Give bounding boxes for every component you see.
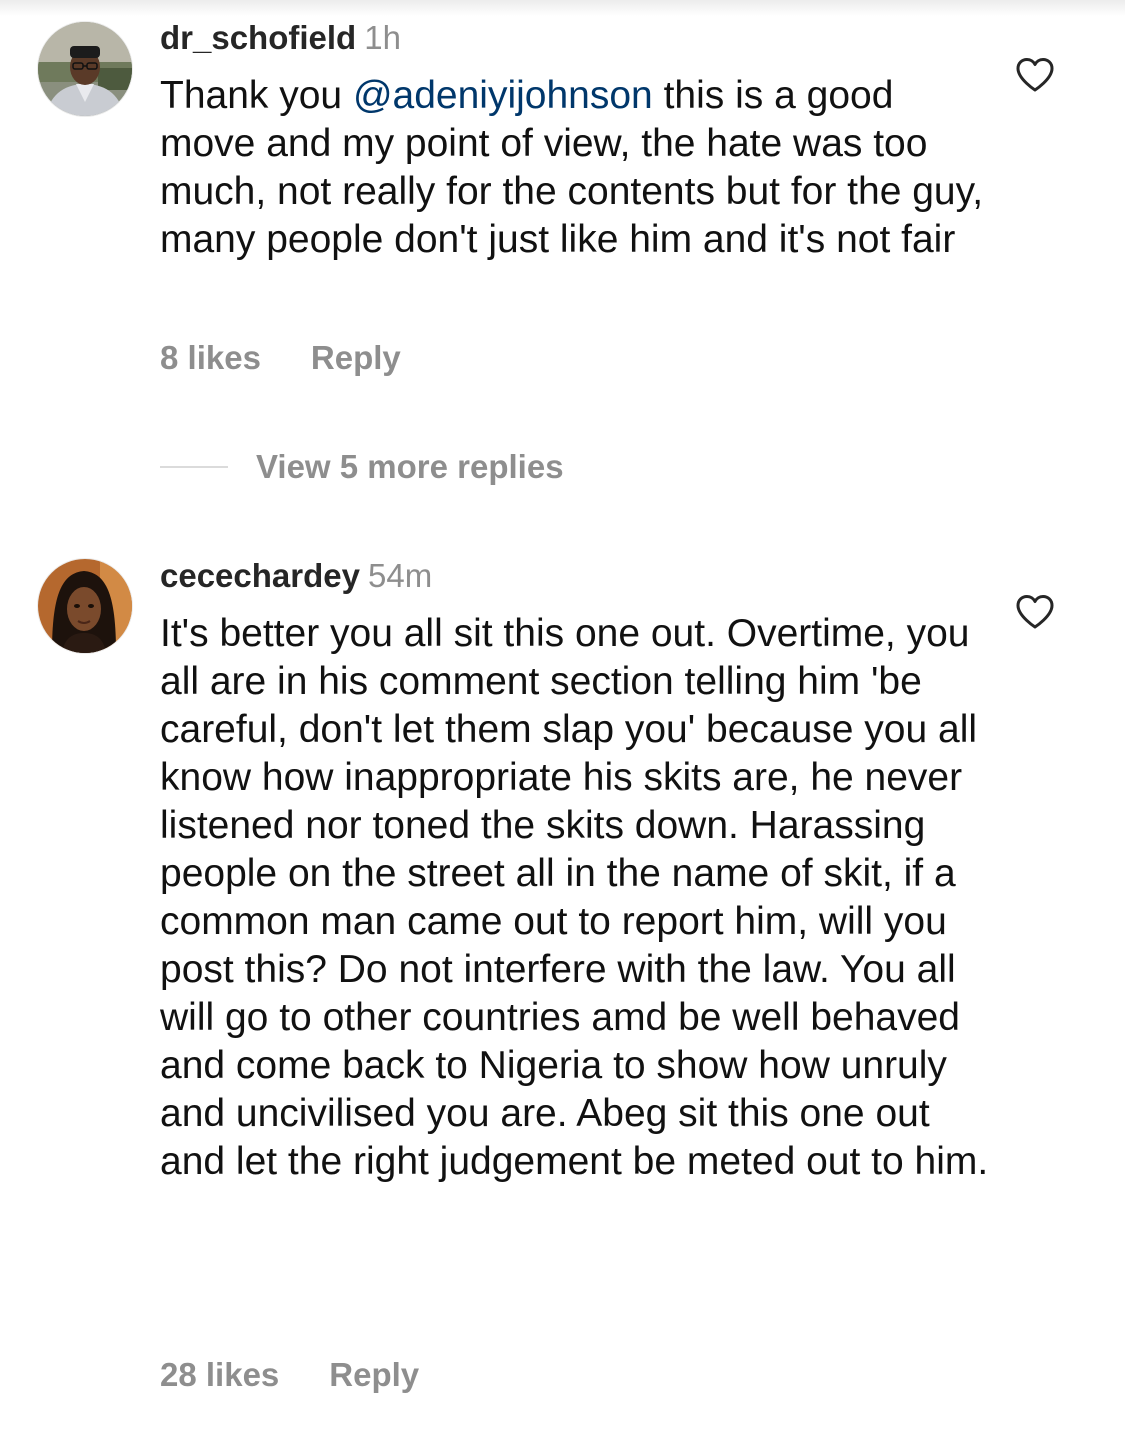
comment-text: It's better you all sit this one out. Ov…	[160, 612, 989, 1183]
comment-text: Thank you @adeniyijohnson this is a good…	[160, 72, 990, 264]
view-more-replies-button[interactable]: View 5 more replies	[160, 447, 564, 487]
avatar[interactable]	[38, 22, 132, 116]
username[interactable]: dr_schofield	[160, 19, 356, 56]
like-button[interactable]	[1015, 57, 1055, 93]
heart-outline-icon	[1016, 595, 1054, 629]
reply-button[interactable]: Reply	[329, 1356, 419, 1393]
comment-actions: 8 likes Reply	[160, 338, 401, 378]
comment-header: dr_schofield 1h	[160, 18, 401, 58]
likes-count[interactable]: 28 likes	[160, 1356, 279, 1393]
replies-divider-line	[160, 466, 228, 468]
view-more-replies-label: View 5 more replies	[256, 448, 564, 485]
comment-text-start: Thank you	[160, 74, 353, 117]
profile-photo-woman-icon	[38, 559, 132, 653]
like-button[interactable]	[1015, 594, 1055, 630]
comment-actions: 28 likes Reply	[160, 1355, 419, 1395]
avatar[interactable]	[38, 559, 132, 653]
mention-link[interactable]: @adeniyijohnson	[353, 74, 653, 117]
comment-header: cecechardey 54m	[160, 556, 432, 596]
heart-outline-icon	[1016, 58, 1054, 92]
reply-button[interactable]: Reply	[311, 339, 401, 376]
timestamp: 1h	[364, 19, 401, 56]
username[interactable]: cecechardey	[160, 557, 360, 594]
timestamp: 54m	[367, 557, 433, 594]
likes-count[interactable]: 8 likes	[160, 339, 261, 376]
top-edge-shade	[0, 0, 1125, 16]
profile-photo-man-with-cap-icon	[38, 22, 132, 116]
